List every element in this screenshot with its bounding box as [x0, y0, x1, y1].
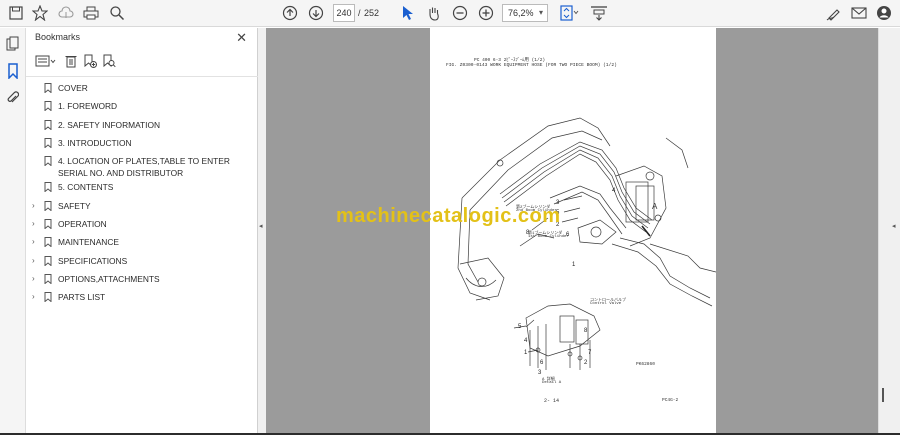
bookmark-icon — [44, 237, 52, 247]
vertical-scrollbar[interactable] — [882, 388, 884, 402]
document-page: PC 400 6-3 2ﾋﾟｰｽﾌﾞｰﾑ用 (1/2) FIG. Z0300-0… — [430, 28, 716, 433]
chevron-right-icon[interactable]: › — [32, 255, 35, 267]
bookmark-options-icon[interactable] — [35, 54, 57, 68]
bookmark-icon — [44, 292, 52, 302]
bookmark-icon — [44, 83, 52, 93]
delete-bookmark-icon[interactable] — [65, 54, 79, 68]
zoom-level-select[interactable]: 76,2% ▾ — [502, 4, 548, 22]
label-control-valve: Control Valve — [590, 302, 622, 306]
pages-panel-icon[interactable] — [4, 35, 22, 53]
arrow-a-icon — [641, 225, 651, 237]
callout-7b: 7 — [588, 350, 592, 356]
chevron-right-icon[interactable]: › — [32, 236, 35, 248]
cloud-upload-icon[interactable] — [57, 4, 75, 22]
bookmarks-title: Bookmarks — [35, 32, 81, 42]
bookmark-label: MAINTENANCE — [58, 237, 119, 247]
bookmark-icon — [44, 101, 52, 111]
zoom-search-icon[interactable] — [108, 4, 126, 22]
bookmark-icon — [44, 219, 52, 229]
page-number: 2- 14 — [544, 398, 560, 404]
watermark-text: machinecatalogic.com — [336, 205, 561, 227]
page-down-icon[interactable] — [307, 4, 325, 22]
bookmark-icon — [44, 256, 52, 266]
bookmarks-panel-icon[interactable] — [4, 62, 22, 80]
zoom-in-icon[interactable] — [477, 4, 495, 22]
bookmark-label: OPERATION — [58, 219, 107, 229]
bookmark-label: 5. CONTENTS — [58, 182, 114, 192]
bookmark-label: OPTIONS,ATTACHMENTS — [58, 274, 160, 284]
divider — [26, 76, 258, 77]
callout-4b: 4 — [524, 338, 528, 344]
page-number-input[interactable]: 240 — [333, 4, 355, 22]
star-icon[interactable] — [31, 4, 49, 22]
bookmark-icon — [44, 156, 52, 166]
bookmark-label: 2. SAFETY INFORMATION — [58, 120, 161, 130]
attachments-paperclip-icon[interactable] — [4, 89, 22, 107]
find-bookmark-icon[interactable] — [102, 54, 116, 68]
bookmark-label: 3. INTRODUCTION — [58, 138, 132, 148]
page-total: 252 — [364, 8, 380, 18]
chevron-down-icon: ▾ — [538, 8, 543, 17]
bookmark-label: SPECIFICATIONS — [58, 256, 128, 266]
scroll-mode-icon[interactable] — [589, 4, 609, 22]
expand-right-panel-arrow-icon[interactable]: ◂ — [892, 222, 896, 230]
save-icon[interactable] — [7, 4, 25, 22]
close-icon[interactable]: ✕ — [236, 30, 247, 46]
chevron-right-icon[interactable]: › — [32, 291, 35, 303]
bookmarks-panel: Bookmarks ✕ COVER 1. FOREWORD 2. SAFETY … — [26, 28, 258, 433]
work-equipment-hose-diagram: 8 7 3 5 2 6 1 4 5 4 1 6 3 7 2 8 — [457, 117, 716, 376]
bookmark-icon — [44, 201, 52, 211]
right-side-pane — [878, 28, 900, 433]
callout-a: A — [652, 202, 658, 211]
navigation-rail — [0, 28, 26, 433]
bookmark-icon — [44, 274, 52, 284]
callout-1b: 1 — [524, 350, 528, 356]
bookmark-icon — [44, 120, 52, 130]
label-detail: Detail A — [542, 381, 562, 385]
bookmark-label: SAFETY — [58, 201, 91, 211]
hand-tool-icon[interactable] — [425, 4, 443, 22]
main-toolbar: 240 / 252 76,2% ▾ — [0, 0, 900, 27]
bookmark-label: COVER — [58, 83, 88, 93]
account-icon[interactable] — [875, 4, 893, 22]
zoom-out-icon[interactable] — [451, 4, 469, 22]
callout-6b: 6 — [540, 360, 544, 366]
figure-code: PK62860 — [636, 362, 655, 367]
page-code: PC4G-2 — [662, 398, 679, 403]
chevron-right-icon[interactable]: › — [32, 273, 35, 285]
print-icon[interactable] — [82, 4, 100, 22]
label-1st-boom-cyl: 1st Boom Cylinder — [528, 235, 569, 239]
pen-sign-icon[interactable] — [825, 4, 843, 22]
select-cursor-icon[interactable] — [399, 4, 417, 22]
chevron-right-icon[interactable]: › — [32, 218, 35, 230]
collapse-panel-arrow-icon[interactable]: ◂ — [259, 222, 263, 230]
zoom-value: 76,2% — [508, 8, 534, 18]
callout-8b: 8 — [584, 328, 588, 334]
email-icon[interactable] — [850, 4, 868, 22]
callout-2b: 2 — [584, 360, 588, 366]
page-separator: / — [358, 8, 361, 18]
bookmark-label: 1. FOREWORD — [58, 101, 118, 111]
add-bookmark-icon[interactable] — [83, 54, 97, 68]
bookmark-icon — [44, 138, 52, 148]
bookmark-icon — [44, 182, 52, 192]
fit-page-icon[interactable] — [559, 4, 581, 22]
bookmark-label: 4. LOCATION OF PLATES,TABLE TO ENTER SER… — [58, 156, 230, 178]
bookmark-label: PARTS LIST — [58, 292, 106, 302]
callout-1: 1 — [572, 262, 576, 268]
page-up-icon[interactable] — [281, 4, 299, 22]
chevron-right-icon[interactable]: › — [32, 200, 35, 212]
panel-splitter[interactable] — [258, 28, 266, 433]
